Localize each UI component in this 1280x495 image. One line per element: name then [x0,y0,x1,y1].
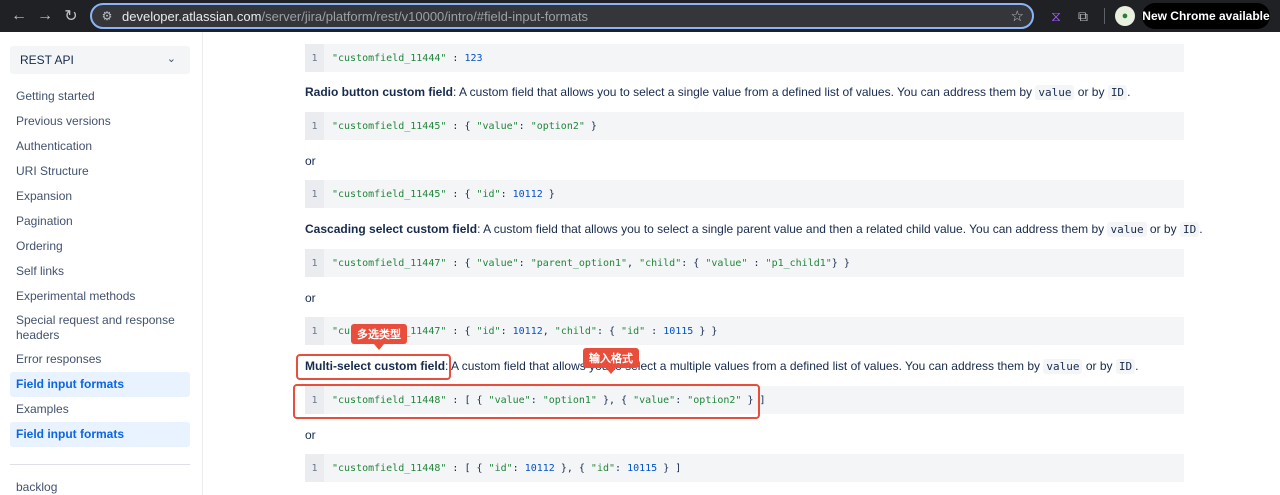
sidebar-item-previous-versions[interactable]: Previous versions [10,109,190,134]
annotation-tag-multiselect: 多选类型 [351,324,407,350]
or-by-text: or by [1074,85,1108,99]
forward-icon[interactable]: → [34,5,56,27]
sidebar-item-authentication[interactable]: Authentication [10,134,190,159]
cascading-title: Cascading select custom field [305,222,478,236]
api-select-label: REST API [20,53,74,67]
code-line: "customfield_11447" : { "value": "parent… [332,257,850,269]
sidebar-item-backlog[interactable]: backlog [16,480,57,494]
inline-code-value: value [1107,222,1147,237]
browser-toolbar: ← → ↻ ⚙ developer.atlassian.com/server/j… [0,0,1280,32]
multi-select-desc: : A custom field that allows you to sele… [445,359,1044,373]
chevron-down-icon: ⌄ [166,53,176,65]
sidebar-item-expansion[interactable]: Expansion [10,184,190,209]
main-content: 1 "customfield_11444" : 123 Radio button… [204,32,1280,495]
code-line: "customfield_11444" : 123 [332,52,483,64]
sidebar-divider [10,464,190,465]
profile-avatar[interactable]: ● [1115,6,1135,26]
extension-icon[interactable]: ⧖ [1046,6,1066,26]
or-text: or [305,428,316,442]
radio-button-title: Radio button custom field [305,85,453,99]
back-icon[interactable]: ← [8,5,30,27]
line-number: 1 [305,249,324,277]
code-block: 1 "customfield_11447" : { "value": "pare… [305,249,1184,277]
code-line: "customfield_11445" : { "id": 10112 } [332,188,555,200]
radio-button-desc: : A custom field that allows you to sele… [453,85,1036,99]
sidebar-item-uri-structure[interactable]: URI Structure [10,159,190,184]
code-block: 1 "customfield_11445" : { "id": 10112 } [305,180,1184,208]
cascading-paragraph: Cascading select custom field: A custom … [305,222,1203,237]
line-number: 1 [305,180,324,208]
puzzle-extensions-icon[interactable]: ⧉ [1073,6,1093,26]
cascading-desc: : A custom field that allows you to sele… [477,222,1108,236]
code-block: 1 "customfield_11444" : 123 [305,44,1184,72]
code-block: 1 "customfield_11447" : { "id": 10112, "… [305,317,1184,345]
sidebar-item-pagination[interactable]: Pagination [10,209,190,234]
line-number: 1 [305,112,324,140]
inline-code-id: ID [1115,359,1136,374]
annotation-tag-input-format: 输入格式 [583,348,639,374]
annotation-box-input-format [293,384,760,419]
sidebar-item-ordering[interactable]: Ordering [10,234,190,259]
sidebar-item-experimental-methods[interactable]: Experimental methods [10,284,190,309]
sidebar-item-self-links[interactable]: Self links [10,259,190,284]
url-host: developer.atlassian.com [122,8,262,24]
inline-code-value: value [1043,359,1083,374]
inline-code-id: ID [1179,222,1200,237]
code-block: 1 "customfield_11445" : { "value": "opti… [305,112,1184,140]
annotation-box-multiselect [296,354,451,380]
sidebar-item-examples[interactable]: Examples [10,397,190,422]
or-by-text: or by [1082,359,1116,373]
code-block: 1 "customfield_11448" : [ { "id": 10112 … [305,454,1184,482]
toolbar-divider [1104,8,1105,24]
line-number: 1 [305,454,324,482]
code-line: "customfield_11445" : { "value": "option… [332,120,597,132]
sidebar-item-special-headers[interactable]: Special request and response headers [10,309,190,347]
sidebar-item-field-input-formats-sub[interactable]: Field input formats [10,422,190,447]
period: . [1135,359,1139,373]
new-chrome-available-button[interactable]: New Chrome available [1142,3,1270,29]
line-number: 1 [305,44,324,72]
reload-icon[interactable]: ↻ [60,5,82,27]
site-info-icon[interactable]: ⚙ [100,9,114,23]
radio-button-paragraph: Radio button custom field: A custom fiel… [305,85,1131,100]
sidebar-nav: Getting started Previous versions Authen… [10,84,190,447]
code-line: "customfield_11448" : [ { "id": 10112 },… [332,462,682,474]
or-by-text: or by [1146,222,1180,236]
period: . [1127,85,1131,99]
docs-sidebar: REST API ⌄ Getting started Previous vers… [0,32,203,495]
bookmark-star-icon[interactable]: ☆ [1011,7,1024,25]
sidebar-item-getting-started[interactable]: Getting started [10,84,190,109]
or-text: or [305,291,316,305]
inline-code-value: value [1035,85,1075,100]
url-text[interactable]: developer.atlassian.com/server/jira/plat… [122,9,588,24]
inline-code-id: ID [1107,85,1128,100]
api-version-select[interactable]: REST API ⌄ [10,46,190,74]
period: . [1199,222,1203,236]
or-text: or [305,154,316,168]
address-bar[interactable]: ⚙ developer.atlassian.com/server/jira/pl… [90,3,1034,29]
url-path: /server/jira/platform/rest/v10000/intro/… [261,8,589,24]
sidebar-item-field-input-formats[interactable]: Field input formats [10,372,190,397]
line-number: 1 [305,317,324,345]
sidebar-item-error-responses[interactable]: Error responses [10,347,190,372]
